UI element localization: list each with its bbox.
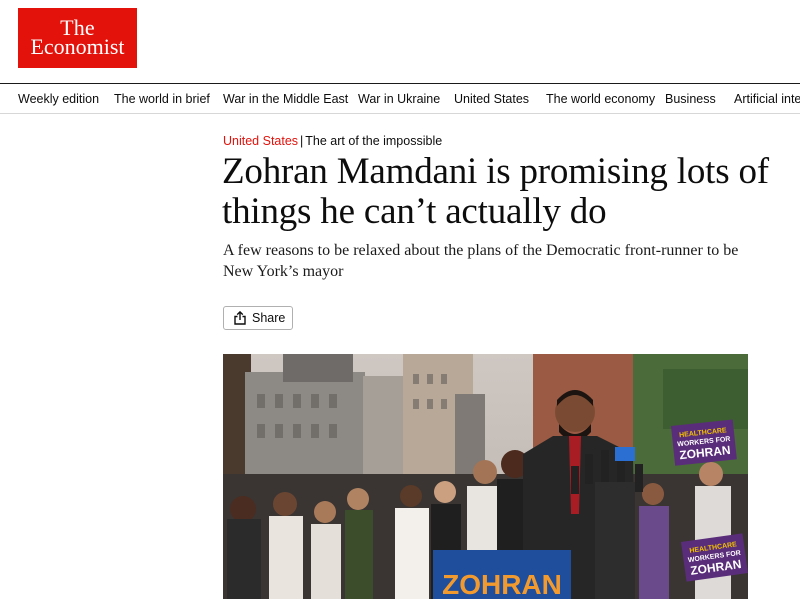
economist-logo[interactable]: The Economist (18, 8, 137, 68)
nav-war-ukraine[interactable]: War in Ukraine (358, 92, 440, 106)
nav-artificial-intelligence[interactable]: Artificial intel (734, 92, 800, 106)
article-standfirst: A few reasons to be relaxed about the pl… (223, 242, 739, 280)
podium-sign-text: ZOHRAN (442, 569, 562, 599)
share-button[interactable]: Share (223, 306, 293, 330)
rubric: The art of the impossible (305, 134, 443, 148)
nav-world-in-brief[interactable]: The world in brief (114, 92, 210, 106)
main-navigation: Weekly edition The world in brief War in… (0, 83, 800, 114)
article-headline: Zohran Mamdani is promising lots of thin… (222, 151, 769, 232)
article-kicker: United States | The art of the impossible (223, 134, 442, 148)
nav-world-economy[interactable]: The world economy (546, 92, 655, 106)
logo-line-economist: Economist (30, 34, 125, 59)
nav-weekly-edition[interactable]: Weekly edition (18, 92, 99, 106)
nav-united-states[interactable]: United States (454, 92, 529, 106)
article-hero-photo: ZOHRAN HEALTHCARE WORKERS FOR ZOHRAN HEA… (223, 354, 748, 599)
kicker-separator: | (300, 134, 304, 148)
share-icon (234, 311, 246, 325)
nav-war-middle-east[interactable]: War in the Middle East (223, 92, 348, 106)
share-label: Share (252, 311, 286, 325)
nav-business[interactable]: Business (665, 92, 716, 106)
section-link[interactable]: United States (223, 134, 298, 148)
